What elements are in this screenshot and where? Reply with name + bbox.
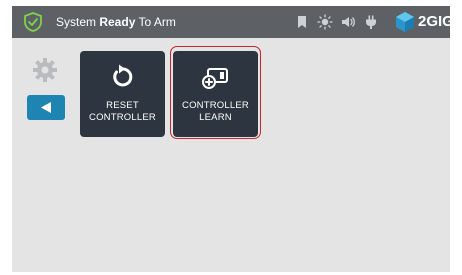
back-button[interactable] — [27, 95, 65, 120]
brand-logo: 2GIG — [394, 10, 450, 34]
system-status-text: System Ready To Arm — [56, 15, 176, 29]
power-plug-icon — [366, 15, 376, 29]
volume-icon[interactable] — [340, 14, 356, 30]
2gig-logo-icon — [396, 12, 414, 32]
brightness-icon[interactable] — [317, 14, 333, 30]
status-suffix: To Arm — [135, 15, 176, 29]
status-ready: Ready — [99, 15, 136, 29]
status-prefix: System — [56, 15, 100, 29]
controller-add-icon — [202, 68, 228, 89]
brand-name: 2GIG — [418, 13, 450, 30]
controller-learn-label: CONTROLLER LEARN — [182, 100, 249, 123]
bookmark-icon[interactable] — [294, 14, 310, 30]
shield-check-icon — [24, 12, 42, 32]
reset-controller-label: RESET CONTROLLER — [89, 100, 156, 123]
back-arrow-icon — [41, 102, 51, 113]
panel-screen: System Ready To Arm 2GIG RESET CONTROLLE… — [12, 6, 450, 272]
controller-learn-tile[interactable]: CONTROLLER LEARN — [173, 51, 258, 137]
gear-icon[interactable] — [32, 57, 58, 83]
reset-icon — [113, 64, 133, 87]
status-bar: System Ready To Arm 2GIG — [12, 6, 450, 38]
reset-controller-tile[interactable]: RESET CONTROLLER — [80, 51, 165, 137]
